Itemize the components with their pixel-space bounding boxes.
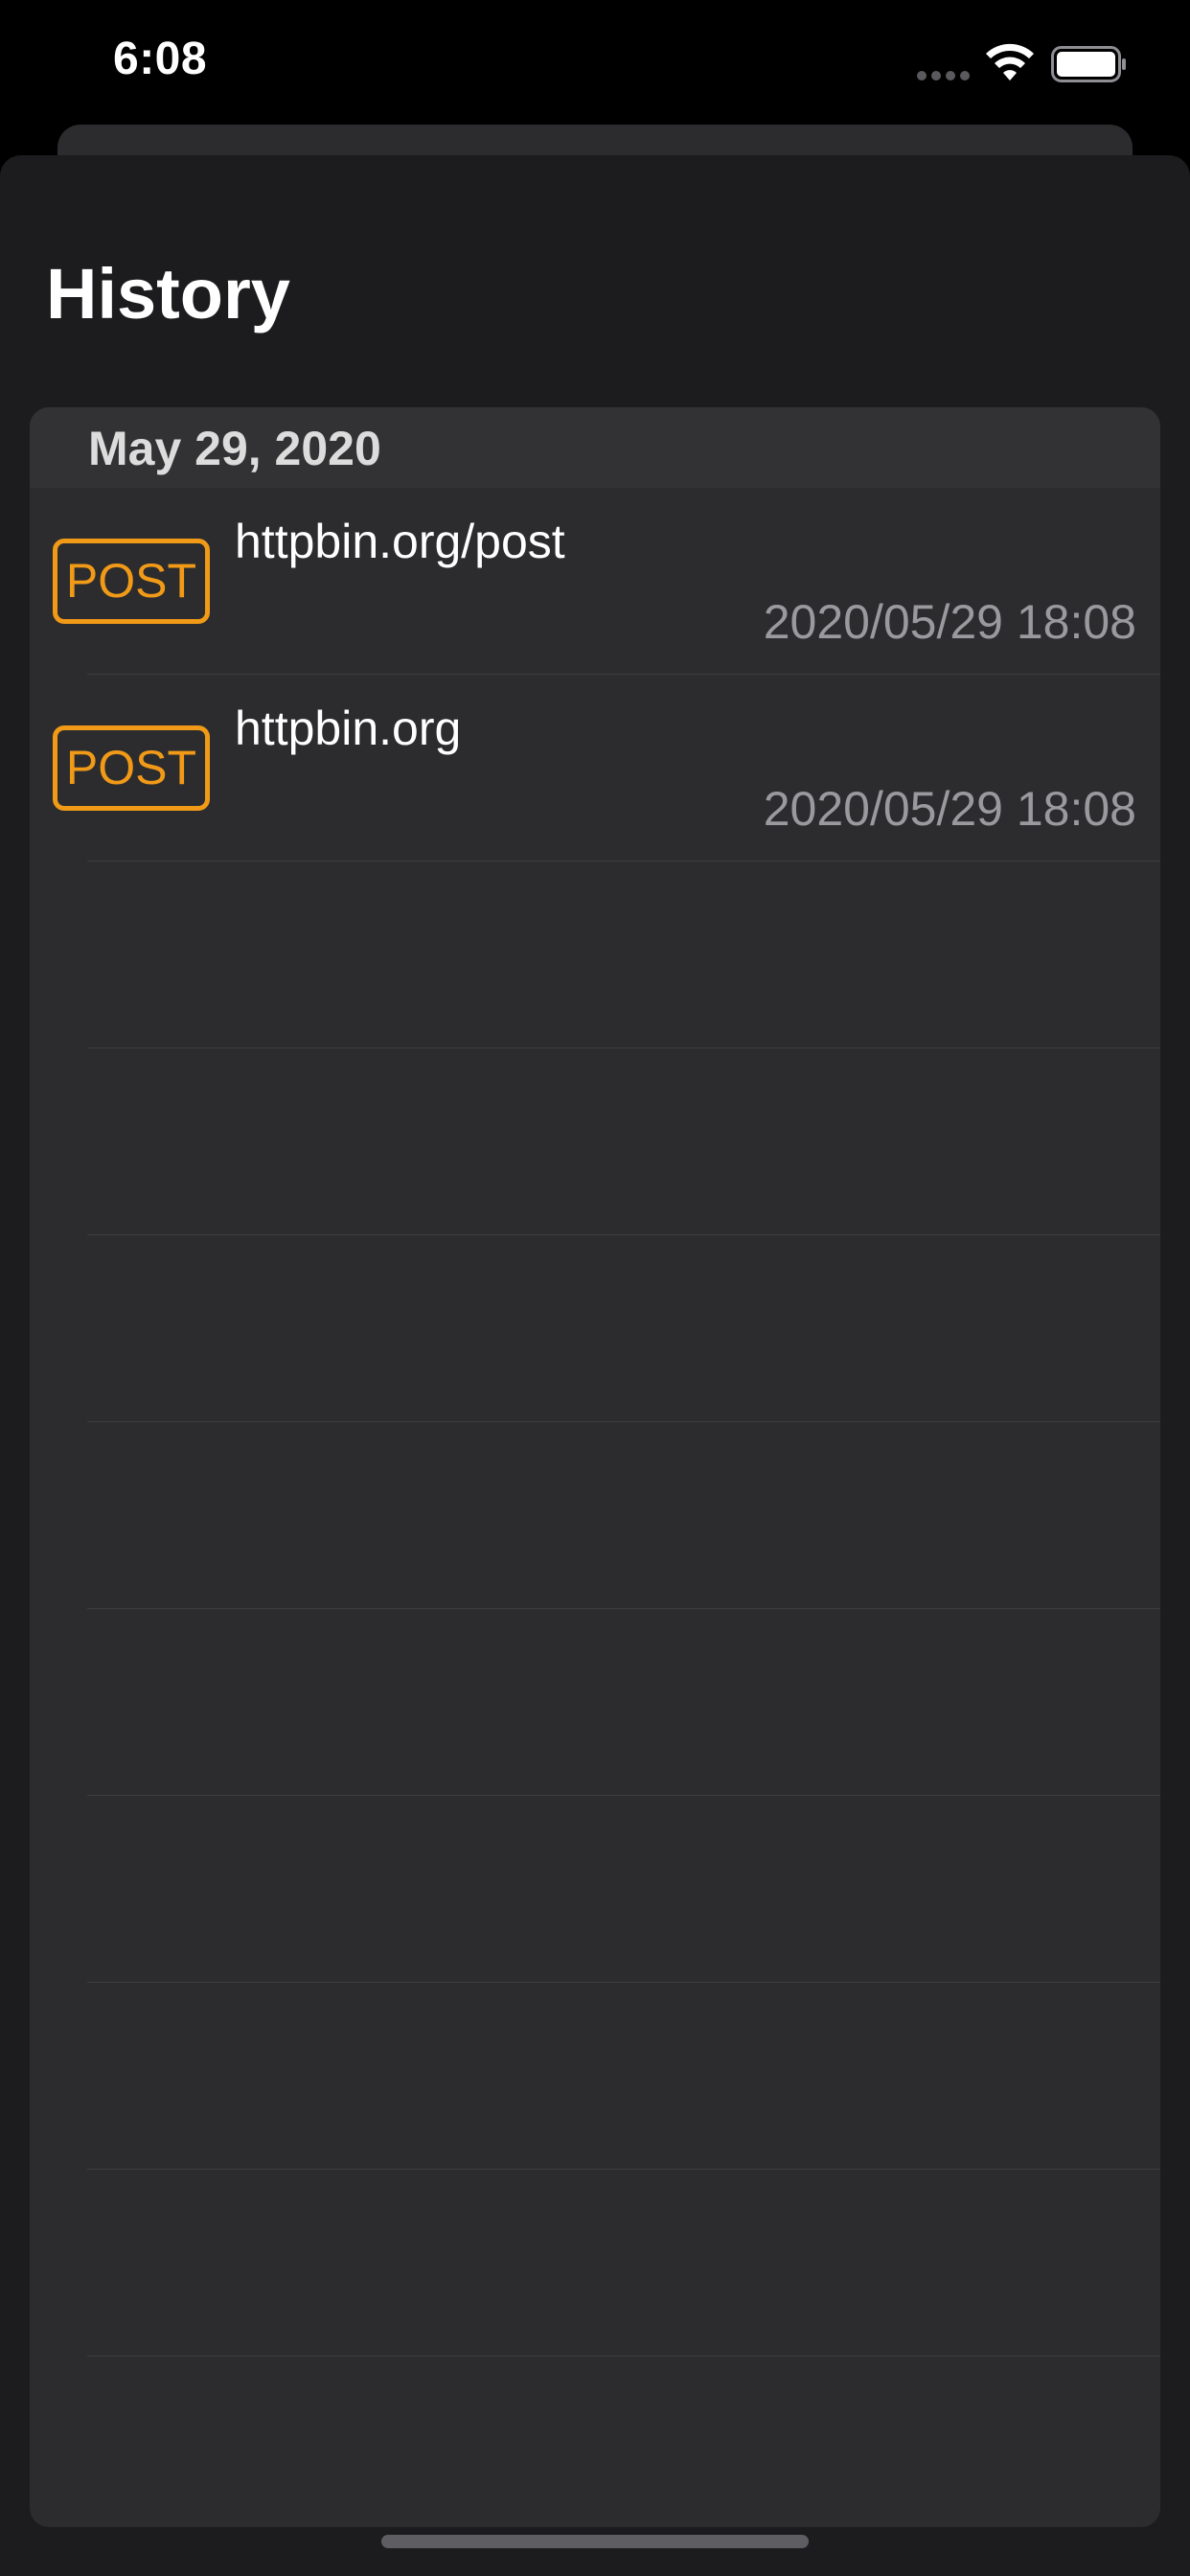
history-row[interactable]: POST httpbin.org/post 2020/05/29 18:08 xyxy=(30,488,1160,675)
empty-row xyxy=(30,1235,1160,1422)
request-url: httpbin.org xyxy=(235,702,462,755)
request-timestamp: 2020/05/29 18:08 xyxy=(763,782,1136,836)
history-list[interactable]: May 29, 2020 POST httpbin.org/post 2020/… xyxy=(30,407,1160,2527)
empty-row xyxy=(30,1048,1160,1235)
cellular-signal-icon xyxy=(917,71,971,80)
wifi-icon xyxy=(986,43,1034,80)
empty-row xyxy=(30,1796,1160,1983)
status-time: 6:08 xyxy=(113,34,208,84)
empty-row xyxy=(30,1422,1160,1609)
request-timestamp: 2020/05/29 18:08 xyxy=(763,595,1136,649)
home-indicator[interactable] xyxy=(381,2535,809,2548)
battery-icon xyxy=(1051,46,1126,82)
row-separator xyxy=(87,2356,1160,2357)
method-badge: POST xyxy=(53,539,210,624)
empty-row xyxy=(30,2170,1160,2357)
empty-row xyxy=(30,1983,1160,2170)
page-title: History xyxy=(46,254,290,334)
section-header: May 29, 2020 xyxy=(30,407,1160,488)
method-badge: POST xyxy=(53,725,210,811)
empty-row xyxy=(30,1609,1160,1796)
section-date-label: May 29, 2020 xyxy=(88,422,381,475)
request-url: httpbin.org/post xyxy=(235,515,565,568)
status-bar: 6:08 xyxy=(0,0,1190,134)
empty-row xyxy=(30,862,1160,1048)
history-row[interactable]: POST httpbin.org 2020/05/29 18:08 xyxy=(30,675,1160,862)
